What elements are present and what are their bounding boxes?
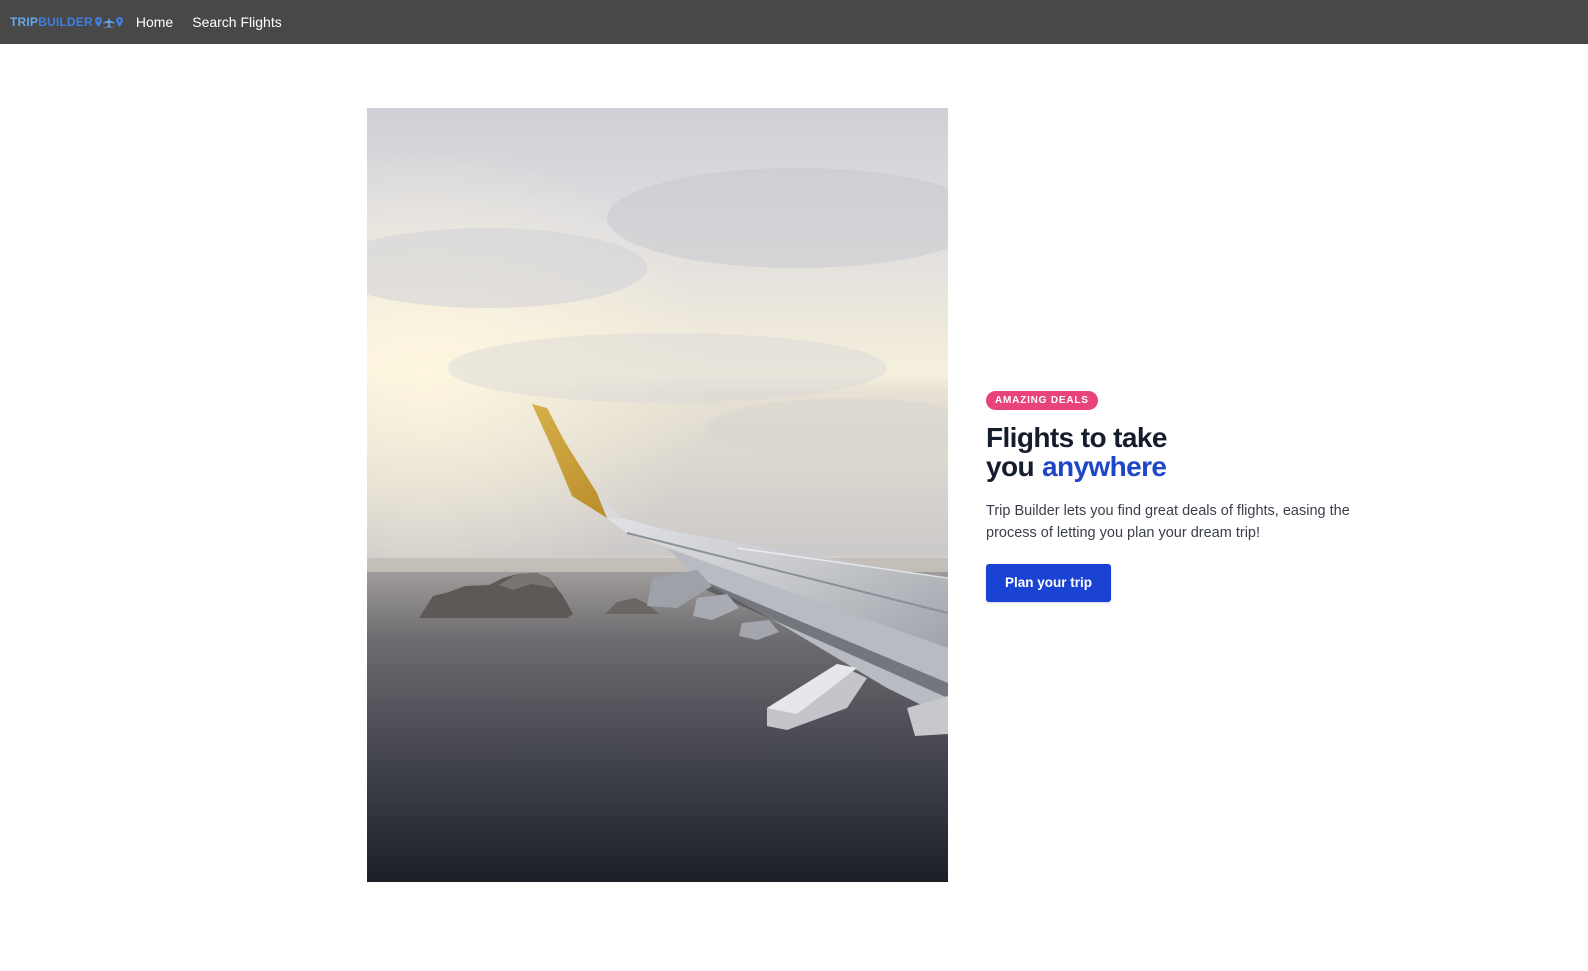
plan-your-trip-button[interactable]: Plan your trip (986, 564, 1112, 602)
brand-logo-trip: TRIP (10, 15, 39, 29)
nav-link-home[interactable]: Home (136, 14, 173, 30)
map-pin-icon (115, 17, 123, 27)
hero-title-line1: Flights to take (986, 422, 1167, 453)
hero-title: Flights to take you anywhere (986, 423, 1366, 481)
nav-link-search-flights[interactable]: Search Flights (192, 14, 281, 30)
brand-icons (94, 17, 123, 28)
brand-logo[interactable]: TRIP BUILDER (10, 15, 123, 29)
hero-title-accent: anywhere (1041, 451, 1167, 482)
deals-badge: AMAZING DEALS (986, 391, 1098, 410)
airplane-icon (103, 17, 115, 28)
hero-description: Trip Builder lets you find great deals o… (986, 503, 1350, 541)
airplane-wing-photo (367, 108, 948, 882)
hero-image-airplane-wing (367, 108, 948, 882)
map-pin-icon (94, 17, 102, 27)
hero-title-line2: you (986, 451, 1035, 482)
hero-copy: AMAZING DEALS Flights to take you anywher… (986, 390, 1366, 602)
brand-logo-builder: BUILDER (38, 15, 93, 29)
top-navbar: TRIP BUILDER Home Search Flights (0, 0, 1588, 44)
